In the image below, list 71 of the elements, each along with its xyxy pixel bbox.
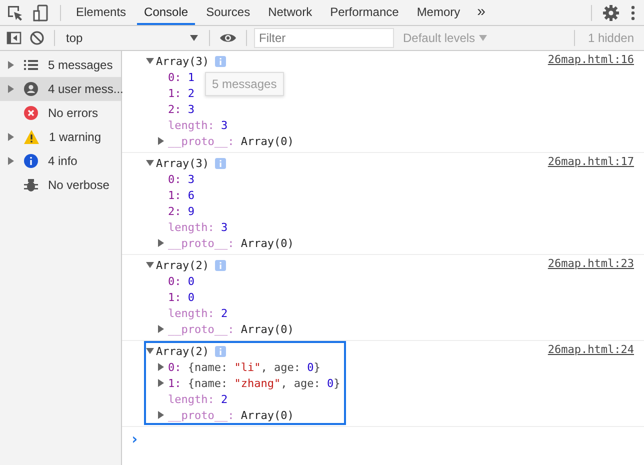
dropdown-caret-icon: [190, 35, 198, 41]
info-badge-icon: [214, 346, 226, 356]
property-line: length: 2: [168, 306, 228, 320]
inspect-icon[interactable]: [6, 4, 24, 22]
property-line: 2: 3: [168, 102, 194, 116]
property-line: 1: 6: [168, 188, 194, 202]
property-line[interactable]: 1: {name: "zhang", age: 0}: [168, 376, 340, 390]
device-icon[interactable]: [32, 4, 50, 22]
list-icon: [24, 59, 38, 71]
expand-arrow-icon[interactable]: [8, 157, 14, 165]
expand-arrow-icon[interactable]: [158, 325, 164, 333]
collapse-arrow-icon[interactable]: [146, 348, 154, 354]
source-link[interactable]: 26map.html:16: [548, 53, 634, 66]
array-header[interactable]: Array(3): [156, 156, 209, 170]
user-icon: [24, 82, 38, 96]
property-line: length: 2: [168, 392, 228, 406]
array-header[interactable]: Array(2): [156, 258, 209, 272]
hidden-count: 1 hidden: [586, 31, 635, 45]
clear-icon[interactable]: [29, 30, 45, 46]
property-line: length: 3: [168, 220, 228, 234]
property-line: 1: 2: [168, 86, 194, 100]
sidebar-item[interactable]: 4 user mess...: [0, 77, 121, 101]
array-header[interactable]: Array(3): [156, 54, 209, 68]
console-prompt[interactable]: ›: [130, 430, 140, 448]
info-badge-icon: [214, 56, 226, 66]
collapse-arrow-icon[interactable]: [146, 58, 154, 64]
panel-tab[interactable]: Memory: [410, 0, 468, 25]
property-line: 2: 9: [168, 204, 194, 218]
bug-icon: [24, 178, 38, 192]
sidebar-item[interactable]: 4 info: [0, 149, 121, 173]
expand-arrow-icon[interactable]: [8, 61, 14, 69]
property-line[interactable]: __proto__: Array(0): [168, 408, 294, 422]
panel-tab[interactable]: Elements: [69, 0, 134, 25]
expand-arrow-icon[interactable]: [8, 133, 14, 141]
panel-tab[interactable]: Performance: [323, 0, 406, 25]
filter-field[interactable]: Filter: [254, 28, 394, 48]
property-line: 1: 0: [168, 290, 194, 304]
error-icon: [24, 106, 38, 120]
collapse-arrow-icon[interactable]: [146, 160, 154, 166]
source-link[interactable]: 26map.html:17: [548, 155, 634, 168]
property-line[interactable]: __proto__: Array(0): [168, 236, 294, 250]
info-badge-icon: [214, 260, 226, 270]
property-line[interactable]: __proto__: Array(0): [168, 134, 294, 148]
sidebar-item[interactable]: 5 messages: [0, 53, 121, 77]
sidebar-toggle-icon[interactable]: [6, 30, 22, 46]
property-line[interactable]: 0: {name: "li", age: 0}: [168, 360, 320, 374]
info-icon: [24, 154, 38, 168]
property-line: length: 3: [168, 118, 228, 132]
warning-icon: [24, 130, 39, 144]
expand-arrow-icon[interactable]: [158, 239, 164, 247]
expand-arrow-icon[interactable]: [158, 137, 164, 145]
context-select[interactable]: top: [62, 31, 202, 45]
collapse-arrow-icon[interactable]: [146, 262, 154, 268]
tooltip: 5 messages: [205, 72, 284, 96]
source-link[interactable]: 26map.html:24: [548, 343, 634, 356]
info-badge-icon: [214, 158, 226, 168]
source-link[interactable]: 26map.html:23: [548, 257, 634, 270]
property-line: 0: 1: [168, 70, 194, 84]
property-line: 0: 0: [168, 274, 194, 288]
sidebar-item[interactable]: No verbose: [0, 173, 121, 197]
sidebar-item[interactable]: No errors: [0, 101, 121, 125]
expand-arrow-icon[interactable]: [158, 411, 164, 419]
property-line[interactable]: __proto__: Array(0): [168, 322, 294, 336]
sidebar-item[interactable]: 1 warning: [0, 125, 121, 149]
more-tabs-button[interactable]: »: [471, 0, 492, 25]
property-line: 0: 3: [168, 172, 194, 186]
panel-tab[interactable]: Network: [261, 0, 320, 25]
dropdown-caret-icon: [479, 35, 488, 41]
expand-arrow-icon[interactable]: [8, 85, 14, 93]
panel-tab[interactable]: Sources: [199, 0, 258, 25]
array-header[interactable]: Array(2): [156, 344, 209, 358]
